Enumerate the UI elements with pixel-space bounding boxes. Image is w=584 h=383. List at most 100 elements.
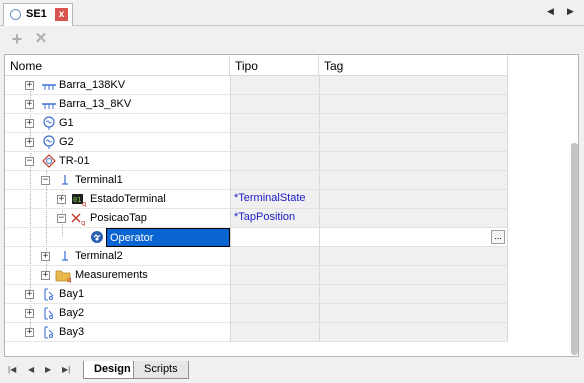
- ellipsis-button[interactable]: ...: [491, 230, 505, 244]
- type-cell[interactable]: [230, 228, 319, 247]
- expand-toggle[interactable]: +: [25, 119, 34, 128]
- next-sheet-icon[interactable]: ▶: [45, 365, 51, 374]
- close-tab-button[interactable]: x: [55, 8, 68, 21]
- prev-sheet-icon[interactable]: ◀: [28, 365, 34, 374]
- name-cell[interactable]: + g Measurements: [5, 266, 230, 285]
- tree-row[interactable]: + Terminal2: [5, 247, 508, 266]
- type-cell[interactable]: [230, 323, 319, 342]
- generator-icon: [41, 116, 57, 131]
- tag-cell[interactable]: [319, 285, 508, 304]
- name-cell[interactable]: Operator: [5, 228, 230, 247]
- type-cell[interactable]: [230, 304, 319, 323]
- tab-prev-arrow-icon[interactable]: ◀: [547, 6, 554, 17]
- node-name-editor[interactable]: Operator: [106, 228, 230, 247]
- add-item-button[interactable]: +: [8, 30, 26, 48]
- name-cell[interactable]: + Barra_13_8KV: [5, 95, 230, 114]
- last-sheet-icon[interactable]: ▶|: [62, 365, 70, 374]
- document-tab-se1[interactable]: SE1 x: [3, 3, 73, 26]
- tag-cell[interactable]: [319, 190, 508, 209]
- bay-icon: [41, 325, 57, 340]
- expand-toggle[interactable]: +: [25, 328, 34, 337]
- node-label: PosicaoTap: [90, 212, 147, 224]
- document-tab-bar: SE1 x ◀ ▶: [0, 0, 584, 26]
- type-cell[interactable]: [230, 76, 319, 95]
- name-cell[interactable]: − TR-01: [5, 152, 230, 171]
- tag-cell[interactable]: [319, 133, 508, 152]
- expand-toggle[interactable]: +: [41, 252, 50, 261]
- tag-cell[interactable]: [319, 152, 508, 171]
- type-cell[interactable]: [230, 133, 319, 152]
- expand-toggle[interactable]: +: [25, 81, 34, 90]
- tree-row[interactable]: + G1: [5, 114, 508, 133]
- tag-cell[interactable]: [319, 171, 508, 190]
- type-cell[interactable]: [230, 285, 319, 304]
- type-cell[interactable]: *TerminalState: [230, 190, 319, 209]
- collapse-toggle[interactable]: −: [57, 214, 66, 223]
- tag-cell[interactable]: [319, 247, 508, 266]
- tab-scripts[interactable]: Scripts: [133, 361, 189, 379]
- tree-row[interactable]: + Barra_13_8KV: [5, 95, 508, 114]
- type-cell[interactable]: [230, 114, 319, 133]
- name-cell[interactable]: + Barra_138KV: [5, 76, 230, 95]
- name-cell[interactable]: + Bay1: [5, 285, 230, 304]
- tag-cell[interactable]: [319, 76, 508, 95]
- column-header-name[interactable]: Nome: [5, 55, 230, 76]
- tab-next-arrow-icon[interactable]: ▶: [567, 6, 574, 17]
- first-sheet-icon[interactable]: |◀: [8, 365, 16, 374]
- terminal-icon: [57, 173, 73, 188]
- generator-icon: [41, 135, 57, 150]
- tag-cell[interactable]: [319, 209, 508, 228]
- tree-row[interactable]: + g Measurements: [5, 266, 508, 285]
- tree-row[interactable]: − TR-01: [5, 152, 508, 171]
- grid-header: Nome Tipo Tag: [5, 55, 508, 76]
- node-label: TR-01: [59, 155, 90, 167]
- delete-item-button[interactable]: ✕: [32, 30, 50, 48]
- expand-toggle[interactable]: +: [25, 138, 34, 147]
- name-cell[interactable]: + 01 g EstadoTerminal: [5, 190, 230, 209]
- type-cell[interactable]: [230, 247, 319, 266]
- tag-cell[interactable]: [319, 114, 508, 133]
- column-header-tag[interactable]: Tag: [319, 55, 508, 76]
- tree-row[interactable]: + Barra_138KV: [5, 76, 508, 95]
- tree-row[interactable]: + 01 g EstadoTerminal *TerminalState: [5, 190, 508, 209]
- tree-row[interactable]: − Terminal1: [5, 171, 508, 190]
- type-cell[interactable]: [230, 95, 319, 114]
- type-cell[interactable]: [230, 266, 319, 285]
- tree-row[interactable]: + G2: [5, 133, 508, 152]
- name-cell[interactable]: − g PosicaoTap: [5, 209, 230, 228]
- operator-icon: [89, 230, 105, 245]
- collapse-toggle[interactable]: −: [25, 157, 34, 166]
- bay-icon: [41, 306, 57, 321]
- expand-toggle[interactable]: +: [57, 195, 66, 204]
- tag-cell[interactable]: [319, 266, 508, 285]
- tree-row[interactable]: − g PosicaoTap *TapPosition: [5, 209, 508, 228]
- expand-toggle[interactable]: +: [25, 290, 34, 299]
- tag-cell[interactable]: [319, 323, 508, 342]
- tree-row-selected[interactable]: Operator ...: [5, 228, 508, 247]
- expand-toggle[interactable]: +: [41, 271, 50, 280]
- node-label: G2: [59, 136, 74, 148]
- tag-cell[interactable]: [319, 95, 508, 114]
- collapse-toggle[interactable]: −: [41, 176, 50, 185]
- column-header-type[interactable]: Tipo: [230, 55, 319, 76]
- type-cell[interactable]: [230, 152, 319, 171]
- name-cell[interactable]: + Terminal2: [5, 247, 230, 266]
- name-cell[interactable]: + G1: [5, 114, 230, 133]
- tag-cell[interactable]: [319, 304, 508, 323]
- scrollbar-thumb[interactable]: [571, 143, 578, 355]
- name-cell[interactable]: + G2: [5, 133, 230, 152]
- expand-toggle[interactable]: +: [25, 309, 34, 318]
- expand-toggle[interactable]: +: [25, 100, 34, 109]
- tree-row[interactable]: + Bay2: [5, 304, 508, 323]
- vertical-scrollbar[interactable]: [570, 55, 578, 356]
- name-cell[interactable]: + Bay2: [5, 304, 230, 323]
- name-cell[interactable]: + Bay3: [5, 323, 230, 342]
- type-cell[interactable]: [230, 171, 319, 190]
- name-cell[interactable]: − Terminal1: [5, 171, 230, 190]
- tree-row[interactable]: + Bay3: [5, 323, 508, 342]
- sheet-tab-bar: |◀ ◀ ▶ ▶| Design Scripts: [0, 358, 584, 383]
- node-label: Terminal2: [75, 250, 123, 262]
- tree-row[interactable]: + Bay1: [5, 285, 508, 304]
- tag-cell[interactable]: ...: [319, 228, 508, 247]
- type-cell[interactable]: *TapPosition: [230, 209, 319, 228]
